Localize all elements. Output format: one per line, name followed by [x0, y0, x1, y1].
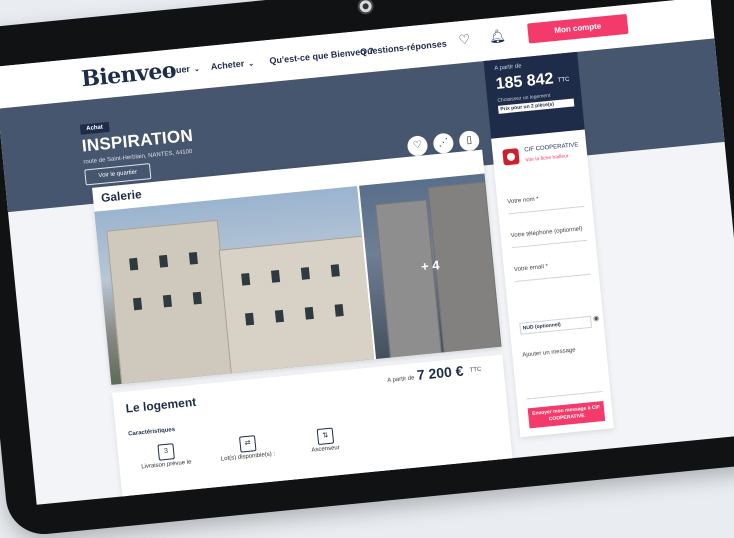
chevron-down-icon: ⌄ [247, 60, 255, 69]
phone-field[interactable]: Votre téléphone (optionnel) [510, 226, 582, 239]
logement-title: Le logement [125, 394, 197, 416]
field-underline [515, 273, 591, 283]
email-field[interactable]: Votre email * [514, 264, 548, 273]
window [129, 257, 139, 271]
message-label: Ajouter un message [522, 347, 576, 359]
device-frame: Bienveo Louer ⌄ Acheter ⌄ Qu'est-ce que Bi… [0, 0, 734, 538]
bienveo-logo[interactable]: Bienveo [80, 57, 177, 92]
tablet-bezel: Bienveo Louer ⌄ Acheter ⌄ Qu'est-ce que Bi… [0, 0, 734, 538]
account-button[interactable]: Mon compte [527, 13, 629, 44]
gallery-title: Galerie [100, 187, 143, 206]
calendar-icon: 3 [157, 443, 175, 461]
window [300, 267, 310, 280]
price-value: 185 842 [495, 70, 555, 93]
window [188, 251, 198, 265]
lots-icon: ⇄ [239, 435, 257, 453]
price-suffix: TTC [557, 76, 570, 84]
eye-icon[interactable]: ◉ [593, 314, 600, 323]
logement-price-prefix: A partir de [386, 375, 415, 384]
building-shape [218, 235, 375, 376]
feature-label: Livraison prévue le [141, 459, 192, 471]
characteristics-label: Caractéristiques [127, 426, 176, 438]
message-textarea[interactable] [523, 361, 603, 400]
developer-link[interactable]: Voir la fiche bailleur [525, 153, 569, 163]
window [334, 303, 344, 317]
logement-price-suffix: TTC [469, 366, 482, 374]
gallery-side-photo[interactable]: + 4 [359, 173, 502, 359]
nav-faq[interactable]: Questions-réponses [360, 39, 448, 57]
more-photos-count[interactable]: + 4 [359, 173, 502, 359]
name-field[interactable]: Votre nom * [507, 196, 539, 205]
window [330, 264, 340, 277]
nav-about[interactable]: Qu'est-ce que Bienveo ? [269, 46, 374, 66]
window [270, 270, 281, 283]
send-message-button[interactable]: Envoyer mon message à CIF COOPERATIVE [527, 400, 606, 429]
price-panel: A partir de 185 842 TTC Choisissez un lo… [483, 51, 585, 139]
window [192, 291, 202, 305]
window [158, 254, 169, 268]
heart-icon[interactable]: ♡ [457, 31, 472, 47]
window [274, 309, 285, 323]
logement-price: 7 200 € [416, 362, 465, 384]
chevron-down-icon: ⌄ [193, 65, 201, 74]
nav-louer[interactable]: Louer ⌄ [165, 63, 201, 76]
elevator-icon: ⇅ [316, 427, 335, 446]
window [241, 272, 251, 286]
field-underline [508, 205, 585, 215]
screen: Bienveo Louer ⌄ Acheter ⌄ Qu'est-ce que Bi… [0, 0, 734, 505]
developer-name: CIF COOPERATIVE [524, 142, 579, 154]
window [133, 297, 143, 311]
gallery-main-photo[interactable] [94, 185, 375, 385]
bell-icon[interactable]: 🔔︎ [488, 28, 506, 45]
field-underline [511, 239, 588, 249]
developer-logo [502, 148, 520, 166]
price-prefix: A partir de [494, 63, 522, 73]
nav-acheter[interactable]: Acheter ⌄ [210, 57, 254, 71]
window [304, 306, 314, 320]
feature-label: Ascenseur [311, 444, 341, 454]
contact-form: CIF COOPERATIVE Voir la fiche bailleur V… [491, 129, 614, 438]
window [162, 294, 173, 308]
window [245, 312, 255, 326]
nud-field[interactable]: NUD (optionnel) [519, 315, 593, 335]
camera-icon [356, 0, 375, 16]
feature-label: Lot(s) disponible(s) : [220, 451, 276, 463]
gallery-card: Galerie + 4 [92, 149, 502, 385]
